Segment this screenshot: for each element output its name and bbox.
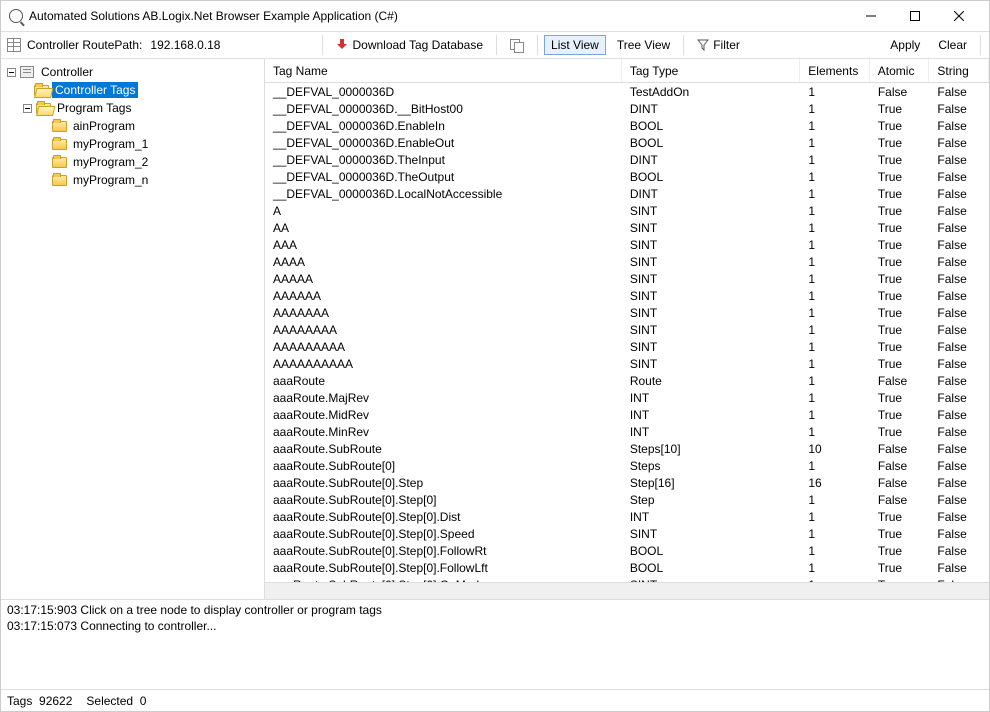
table-row[interactable]: __DEFVAL_0000036D.TheOutputBOOL1TrueFals… <box>265 168 989 185</box>
table-row[interactable]: aaaRoute.MajRevINT1TrueFalse <box>265 389 989 406</box>
horizontal-scrollbar[interactable] <box>265 582 989 599</box>
table-row[interactable]: AAAASINT1TrueFalse <box>265 253 989 270</box>
table-row[interactable]: aaaRoute.SubRoute[0].Step[0].FollowLftBO… <box>265 559 989 576</box>
tree-program-item[interactable]: myProgram_2 <box>3 153 262 171</box>
table-row[interactable]: aaaRoute.SubRoute[0].Step[0].DistINT1Tru… <box>265 508 989 525</box>
statusbar: Tags 92622 Selected 0 <box>1 689 989 711</box>
tree-program-item[interactable]: myProgram_1 <box>3 135 262 153</box>
download-button[interactable]: Download Tag Database <box>329 35 490 55</box>
routepath-label: Controller RoutePath: <box>25 38 144 52</box>
tree-panel[interactable]: Controller Controller Tags Program Tags … <box>1 59 265 599</box>
listview-button[interactable]: List View <box>544 35 606 55</box>
tree-program-tags[interactable]: Program Tags <box>3 99 262 117</box>
folder-icon <box>51 155 67 169</box>
filter-icon <box>697 39 709 51</box>
table-row[interactable]: aaaRoute.SubRoute[0].StepStep[16]16False… <box>265 474 989 491</box>
log-line: 03:17:15:073 Connecting to controller... <box>7 618 983 634</box>
close-button[interactable] <box>937 2 981 30</box>
folder-icon <box>33 83 49 97</box>
folder-icon <box>35 101 51 115</box>
log-line: 03:17:15:903 Click on a tree node to dis… <box>7 602 983 618</box>
table-row[interactable]: aaaRoute.MidRevINT1TrueFalse <box>265 406 989 423</box>
list-body[interactable]: __DEFVAL_0000036DTestAddOn1FalseFalse__D… <box>265 83 989 582</box>
table-row[interactable]: AAAAASINT1TrueFalse <box>265 270 989 287</box>
table-row[interactable]: aaaRoute.SubRoute[0]Steps1FalseFalse <box>265 457 989 474</box>
folder-icon <box>51 173 67 187</box>
table-row[interactable]: aaaRouteRoute1FalseFalse <box>265 372 989 389</box>
table-row[interactable]: __DEFVAL_0000036D.EnableOutBOOL1TrueFals… <box>265 134 989 151</box>
collapse-icon[interactable] <box>5 66 17 78</box>
table-row[interactable]: AASINT1TrueFalse <box>265 219 989 236</box>
download-label: Download Tag Database <box>352 38 483 52</box>
tree-program-item[interactable]: ainProgram <box>3 117 262 135</box>
window-title: Automated Solutions AB.Logix.Net Browser… <box>29 9 849 23</box>
table-row[interactable]: AAASINT1TrueFalse <box>265 236 989 253</box>
table-row[interactable]: aaaRoute.SubRoute[0].Step[0].SpeedSINT1T… <box>265 525 989 542</box>
table-row[interactable]: AAAAAASINT1TrueFalse <box>265 287 989 304</box>
copy-icon <box>510 39 524 51</box>
table-row[interactable]: aaaRoute.MinRevINT1TrueFalse <box>265 423 989 440</box>
col-elements[interactable]: Elements <box>800 59 870 82</box>
table-row[interactable]: __DEFVAL_0000036D.TheInputDINT1TrueFalse <box>265 151 989 168</box>
folder-icon <box>51 119 67 133</box>
col-string[interactable]: String <box>929 59 989 82</box>
table-row[interactable]: aaaRoute.SubRoute[0].Step[0].FollowRtBOO… <box>265 542 989 559</box>
routepath-value[interactable]: 192.168.0.18 <box>148 38 222 52</box>
col-atomic[interactable]: Atomic <box>870 59 930 82</box>
tree-root[interactable]: Controller <box>3 63 262 81</box>
table-row[interactable]: __DEFVAL_0000036DTestAddOn1FalseFalse <box>265 83 989 100</box>
table-row[interactable]: aaaRoute.SubRoute[0].Step[0]Step1FalseFa… <box>265 491 989 508</box>
filter-button[interactable]: Filter <box>690 35 747 55</box>
list-panel: Tag Name Tag Type Elements Atomic String… <box>265 59 989 599</box>
table-row[interactable]: AAAAAAAAAASINT1TrueFalse <box>265 355 989 372</box>
treeview-button[interactable]: Tree View <box>610 35 677 55</box>
table-row[interactable]: AAAAAAAAASINT1TrueFalse <box>265 338 989 355</box>
log-panel[interactable]: 03:17:15:903 Click on a tree node to dis… <box>1 599 989 689</box>
col-tagname[interactable]: Tag Name <box>265 59 622 82</box>
minimize-button[interactable] <box>849 2 893 30</box>
clear-button[interactable]: Clear <box>931 35 974 55</box>
maximize-button[interactable] <box>893 2 937 30</box>
app-icon <box>9 9 23 23</box>
table-row[interactable]: aaaRoute.SubRouteSteps[10]10FalseFalse <box>265 440 989 457</box>
table-row[interactable]: AAAAAAASINT1TrueFalse <box>265 304 989 321</box>
folder-icon <box>51 137 67 151</box>
toolbar: Controller RoutePath: 192.168.0.18 Downl… <box>1 31 989 59</box>
table-row[interactable]: ASINT1TrueFalse <box>265 202 989 219</box>
table-row[interactable]: AAAAAAAASINT1TrueFalse <box>265 321 989 338</box>
titlebar: Automated Solutions AB.Logix.Net Browser… <box>1 1 989 31</box>
collapse-icon[interactable] <box>21 102 33 114</box>
grid-icon <box>7 38 21 52</box>
table-row[interactable]: __DEFVAL_0000036D.LocalNotAccessibleDINT… <box>265 185 989 202</box>
list-header: Tag Name Tag Type Elements Atomic String <box>265 59 989 83</box>
table-row[interactable]: __DEFVAL_0000036D.__BitHost00DINT1TrueFa… <box>265 100 989 117</box>
col-tagtype[interactable]: Tag Type <box>622 59 800 82</box>
table-row[interactable]: __DEFVAL_0000036D.EnableInBOOL1TrueFalse <box>265 117 989 134</box>
controller-icon <box>19 65 35 79</box>
copy-button[interactable] <box>503 36 531 54</box>
tree-program-item[interactable]: myProgram_n <box>3 171 262 189</box>
apply-button[interactable]: Apply <box>883 35 927 55</box>
tree-controller-tags[interactable]: Controller Tags <box>3 81 262 99</box>
download-icon <box>336 39 348 51</box>
